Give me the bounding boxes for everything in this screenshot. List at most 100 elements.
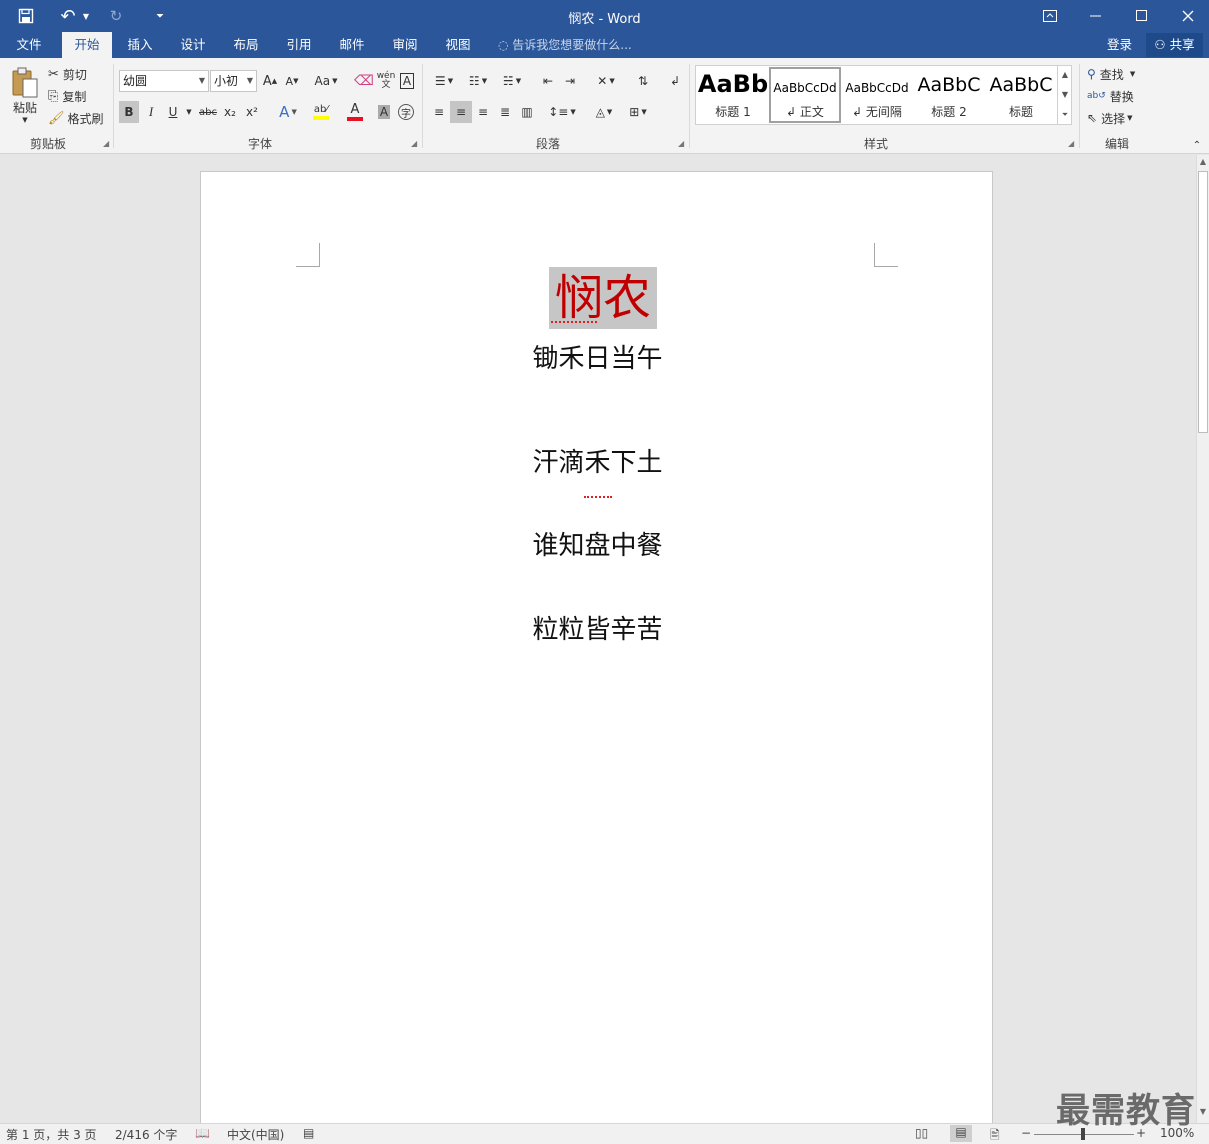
language-indicator[interactable]: 中文(中国) xyxy=(227,1126,284,1143)
collapse-ribbon-icon[interactable]: ⌃ xyxy=(1190,138,1204,152)
font-color-button[interactable]: A xyxy=(340,101,370,123)
tab-mailings[interactable]: 邮件 xyxy=(330,32,374,58)
zoom-out-icon[interactable]: − xyxy=(1021,1126,1031,1140)
tab-references[interactable]: 引用 xyxy=(277,32,321,58)
more-styles-icon[interactable]: ⏷ xyxy=(1058,105,1072,125)
minimize-button[interactable] xyxy=(1073,0,1119,32)
login-link[interactable]: 登录 xyxy=(1107,32,1132,58)
tell-me-search[interactable]: ◌ 告诉我您想要做什么... xyxy=(498,32,632,58)
highlight-color-swatch xyxy=(313,116,329,120)
paste-button[interactable]: 粘贴 ▼ xyxy=(6,62,44,128)
bold-button[interactable]: B xyxy=(119,101,139,123)
copy-button[interactable]: ⎘ 复制 xyxy=(48,86,86,106)
find-button[interactable]: ⚲ 查找 ▼ xyxy=(1087,64,1135,84)
distributed-icon[interactable]: ▥ xyxy=(516,101,538,123)
page-count[interactable]: 第 1 页，共 3 页 xyxy=(6,1126,97,1143)
numbering-button[interactable]: ☷ ▼ xyxy=(462,70,494,92)
word-count[interactable]: 2/416 个字 xyxy=(115,1126,177,1143)
font-name-combo[interactable]: 幼圆 ▼ xyxy=(119,70,209,92)
change-case-button[interactable]: Aa ▼ xyxy=(310,70,342,92)
poem-line-1[interactable]: 锄禾日当午 xyxy=(201,338,994,375)
font-color-icon: A xyxy=(350,102,360,117)
shading-button[interactable]: ◬ ▼ xyxy=(588,101,620,123)
chevron-down-icon[interactable]: ▼ xyxy=(1058,85,1072,105)
macro-record-icon[interactable]: ▤ xyxy=(303,1126,314,1140)
superscript-button[interactable]: x² xyxy=(241,101,263,123)
tab-home[interactable]: 开始 xyxy=(62,32,112,58)
multilevel-list-button[interactable]: ☵ ▼ xyxy=(496,70,528,92)
document-page[interactable]: 悯农 锄禾日当午 汗滴禾下土 谁知盘中餐 粒粒皆辛苦 xyxy=(200,171,993,1123)
select-button[interactable]: ⇖ 选择 ▼ xyxy=(1087,108,1132,128)
phonetic-guide-button[interactable]: wén 文 xyxy=(376,70,396,92)
undo-icon[interactable]: ↶ xyxy=(56,0,80,32)
redo-icon[interactable]: ↻ xyxy=(104,0,128,32)
cut-button[interactable]: ✂ 剪切 xyxy=(48,64,87,84)
vertical-scrollbar[interactable]: ▲ ▼ xyxy=(1196,155,1209,1123)
poem-line-2[interactable]: 汗滴禾下土 xyxy=(201,442,994,479)
italic-button[interactable]: I xyxy=(141,101,161,123)
web-layout-icon[interactable]: 🖹 xyxy=(990,1126,1000,1144)
character-shading-button[interactable]: A xyxy=(374,101,394,123)
ribbon-display-options-icon[interactable] xyxy=(1027,0,1073,32)
style-title[interactable]: AaBbC 标题 xyxy=(985,67,1057,123)
tab-view[interactable]: 视图 xyxy=(436,32,480,58)
character-border-button[interactable]: A xyxy=(398,70,416,92)
font-size-combo[interactable]: 小初 ▼ xyxy=(210,70,257,92)
styles-gallery-scroller[interactable]: ▲ ▼ ⏷ xyxy=(1057,65,1072,125)
scroll-up-icon[interactable]: ▲ xyxy=(1197,157,1209,166)
scroll-thumb[interactable] xyxy=(1198,171,1208,433)
maximize-button[interactable] xyxy=(1119,0,1165,32)
share-button[interactable]: ⚇ 共享 xyxy=(1146,33,1203,57)
chevron-down-icon: ▼ xyxy=(1127,114,1133,122)
clear-formatting-icon[interactable]: ⌫ xyxy=(354,70,374,92)
shrink-font-button[interactable]: A ▼ xyxy=(282,70,302,92)
tab-review[interactable]: 审阅 xyxy=(383,32,427,58)
justify-icon[interactable]: ≣ xyxy=(494,101,516,123)
tab-file[interactable]: 文件 xyxy=(6,32,52,58)
poem-line-4[interactable]: 粒粒皆辛苦 xyxy=(201,609,994,646)
decrease-indent-icon[interactable]: ⇤ xyxy=(537,70,559,92)
style-heading-2[interactable]: AaBbC 标题 2 xyxy=(913,67,985,123)
read-mode-icon[interactable]: ▯▯ xyxy=(915,1126,928,1140)
style-normal[interactable]: AaBbCcDd ↲ 正文 xyxy=(769,67,841,123)
tab-layout[interactable]: 布局 xyxy=(224,32,268,58)
text-effects-button[interactable]: A ▼ xyxy=(273,101,303,123)
save-icon[interactable] xyxy=(12,0,40,32)
proofing-icon[interactable]: 📖 xyxy=(195,1126,210,1140)
font-launcher-icon[interactable]: ◢ xyxy=(411,139,417,148)
underline-button[interactable]: U xyxy=(163,101,183,123)
close-button[interactable] xyxy=(1165,0,1209,32)
bullets-button[interactable]: ☰ ▼ xyxy=(428,70,460,92)
line-spacing-button[interactable]: ↕≡ ▼ xyxy=(546,101,578,123)
customize-qat-icon[interactable]: ⏷ xyxy=(150,0,170,32)
scroll-down-icon[interactable]: ▼ xyxy=(1197,1107,1209,1116)
paragraph-launcher-icon[interactable]: ◢ xyxy=(678,139,684,148)
enclosed-characters-button[interactable]: 字 xyxy=(396,101,416,123)
chevron-up-icon[interactable]: ▲ xyxy=(1058,65,1072,85)
tab-design[interactable]: 设计 xyxy=(171,32,215,58)
format-painter-button[interactable]: 🖌 格式刷 xyxy=(48,108,104,128)
clipboard-launcher-icon[interactable]: ◢ xyxy=(103,139,109,148)
show-marks-icon[interactable]: ↲ xyxy=(664,70,686,92)
align-left-icon[interactable]: ≡ xyxy=(428,101,450,123)
subscript-button[interactable]: x₂ xyxy=(219,101,241,123)
tab-insert[interactable]: 插入 xyxy=(118,32,162,58)
underline-dropdown-icon[interactable]: ▼ xyxy=(183,101,195,123)
replace-button[interactable]: ab↺ 替换 xyxy=(1087,86,1134,106)
style-no-spacing[interactable]: AaBbCcDd ↲ 无间隔 xyxy=(841,67,913,123)
style-heading-1[interactable]: AaBb 标题 1 xyxy=(697,67,769,123)
sort-icon[interactable]: ⇅ xyxy=(632,70,654,92)
font-group-label: 字体 xyxy=(247,137,272,151)
poem-line-3[interactable]: 谁知盘中餐 xyxy=(201,525,994,562)
highlight-button[interactable]: ab⁄ xyxy=(306,101,336,123)
increase-indent-icon[interactable]: ⇥ xyxy=(559,70,581,92)
undo-dropdown-icon[interactable]: ▼ xyxy=(80,0,92,32)
print-layout-icon[interactable]: ▤ xyxy=(950,1125,972,1142)
grow-font-button[interactable]: A ▲ xyxy=(260,70,280,92)
chinese-layout-button[interactable]: ✕ ▼ xyxy=(590,70,622,92)
borders-button[interactable]: ⊞ ▼ xyxy=(622,101,654,123)
align-right-icon[interactable]: ≡ xyxy=(472,101,494,123)
strikethrough-button[interactable]: abc xyxy=(197,101,219,123)
styles-launcher-icon[interactable]: ◢ xyxy=(1068,139,1074,148)
align-center-icon[interactable]: ≡ xyxy=(450,101,472,123)
